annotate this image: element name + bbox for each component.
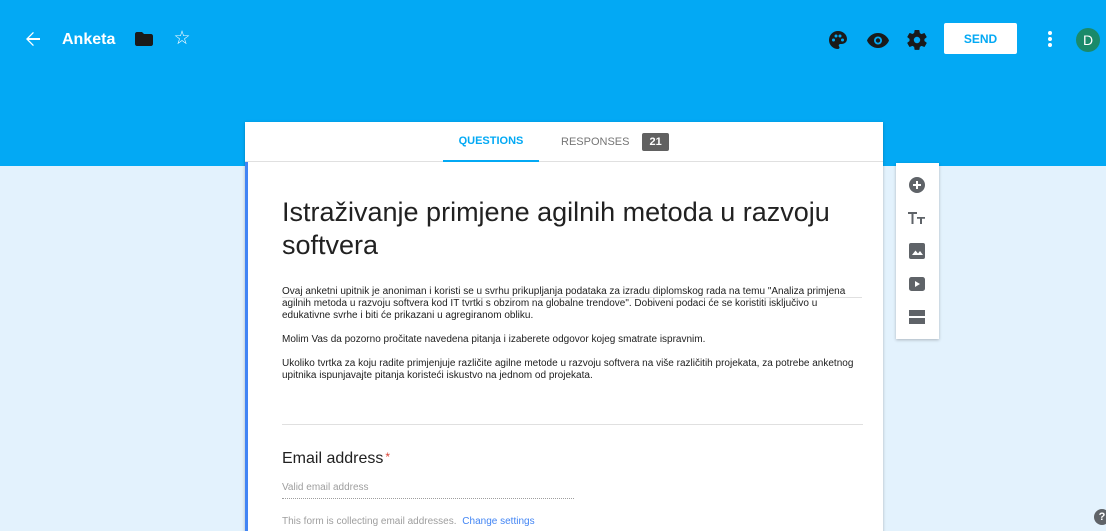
gear-icon[interactable] [905,28,929,52]
section-icon[interactable] [907,307,927,327]
folder-icon[interactable] [134,29,154,49]
section-divider [282,424,863,425]
form-description[interactable]: Ovaj anketni upitnik je anoniman i koris… [282,286,862,394]
email-collect-note: This form is collecting email addresses.… [282,516,535,527]
image-icon[interactable] [907,241,927,261]
avatar[interactable]: D [1076,28,1100,52]
tab-questions[interactable]: QUESTIONS [443,122,539,162]
tab-responses-label: RESPONSES [561,136,630,148]
description-paragraph: Ovaj anketni upitnik je anoniman i koris… [282,286,846,321]
email-field[interactable]: Valid email address [282,482,574,499]
required-asterisk: * [385,450,391,464]
responses-count-badge: 21 [642,133,669,151]
tab-bar: QUESTIONS RESPONSES 21 [245,122,883,162]
tab-responses[interactable]: RESPONSES 21 [561,122,669,162]
more-vert-icon[interactable] [1040,28,1060,50]
title-text-icon[interactable] [907,208,927,228]
form-name[interactable]: Anketa [62,31,115,49]
palette-icon[interactable] [826,28,850,52]
description-paragraph: Molim Vas da pozorno pročitate navedena … [282,334,706,345]
form-title[interactable]: Istraživanje primjene agilnih metoda u r… [282,196,862,298]
description-paragraph: Ukoliko tvrtka za koju radite primjenjuj… [282,358,854,381]
help-button[interactable]: ? [1094,509,1106,525]
form-card: QUESTIONS RESPONSES 21 Istraživanje prim… [245,122,883,531]
send-button[interactable]: SEND [944,23,1017,54]
form-header-section[interactable]: Istraživanje primjene agilnih metoda u r… [245,162,883,531]
change-settings-link[interactable]: Change settings [462,516,534,527]
add-circle-icon[interactable] [907,175,927,195]
collect-note-text: This form is collecting email addresses. [282,516,457,527]
email-question-title: Email address * [282,450,390,468]
email-question-label: Email address [282,450,384,467]
eye-icon[interactable] [866,28,890,52]
video-icon[interactable] [907,274,927,294]
arrow-back-icon[interactable] [22,28,44,50]
question-toolbox [896,163,939,339]
star-outline-icon[interactable]: ☆ [171,28,193,50]
